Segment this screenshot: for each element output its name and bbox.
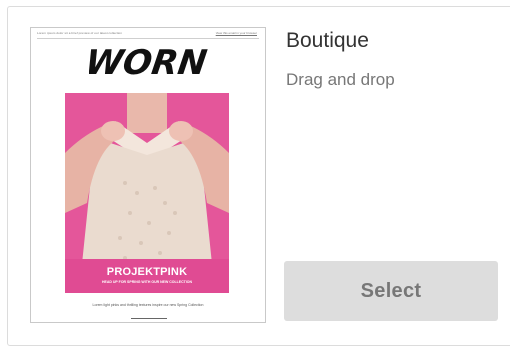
hero-title: PROJEKTPINK bbox=[106, 266, 188, 278]
thumbnail-preheader: Lorem ipsum dolor sit a brief preview of… bbox=[37, 31, 123, 35]
thumbnail-footer-text: Lorem light pinks and thrilling textures… bbox=[92, 303, 204, 307]
worn-logo: WORN bbox=[89, 43, 209, 82]
hero-photo bbox=[65, 93, 229, 293]
svg-text:WORN: WORN bbox=[89, 43, 209, 82]
template-title: Boutique bbox=[286, 29, 369, 52]
thumbnail-view-online-link: View this email in your browser bbox=[215, 31, 257, 35]
select-button[interactable]: Select bbox=[284, 261, 498, 321]
thumbnail-footer-divider bbox=[131, 318, 167, 319]
hero-image: PROJEKTPINK HEAD UP FOR SPRING WITH OUR … bbox=[65, 93, 229, 293]
thumbnail-divider bbox=[37, 38, 259, 39]
hero-subtitle: HEAD UP FOR SPRING WITH OUR NEW COLLECTI… bbox=[102, 280, 192, 284]
template-type: Drag and drop bbox=[286, 70, 395, 89]
template-thumbnail[interactable]: Lorem ipsum dolor sit a brief preview of… bbox=[30, 27, 266, 323]
